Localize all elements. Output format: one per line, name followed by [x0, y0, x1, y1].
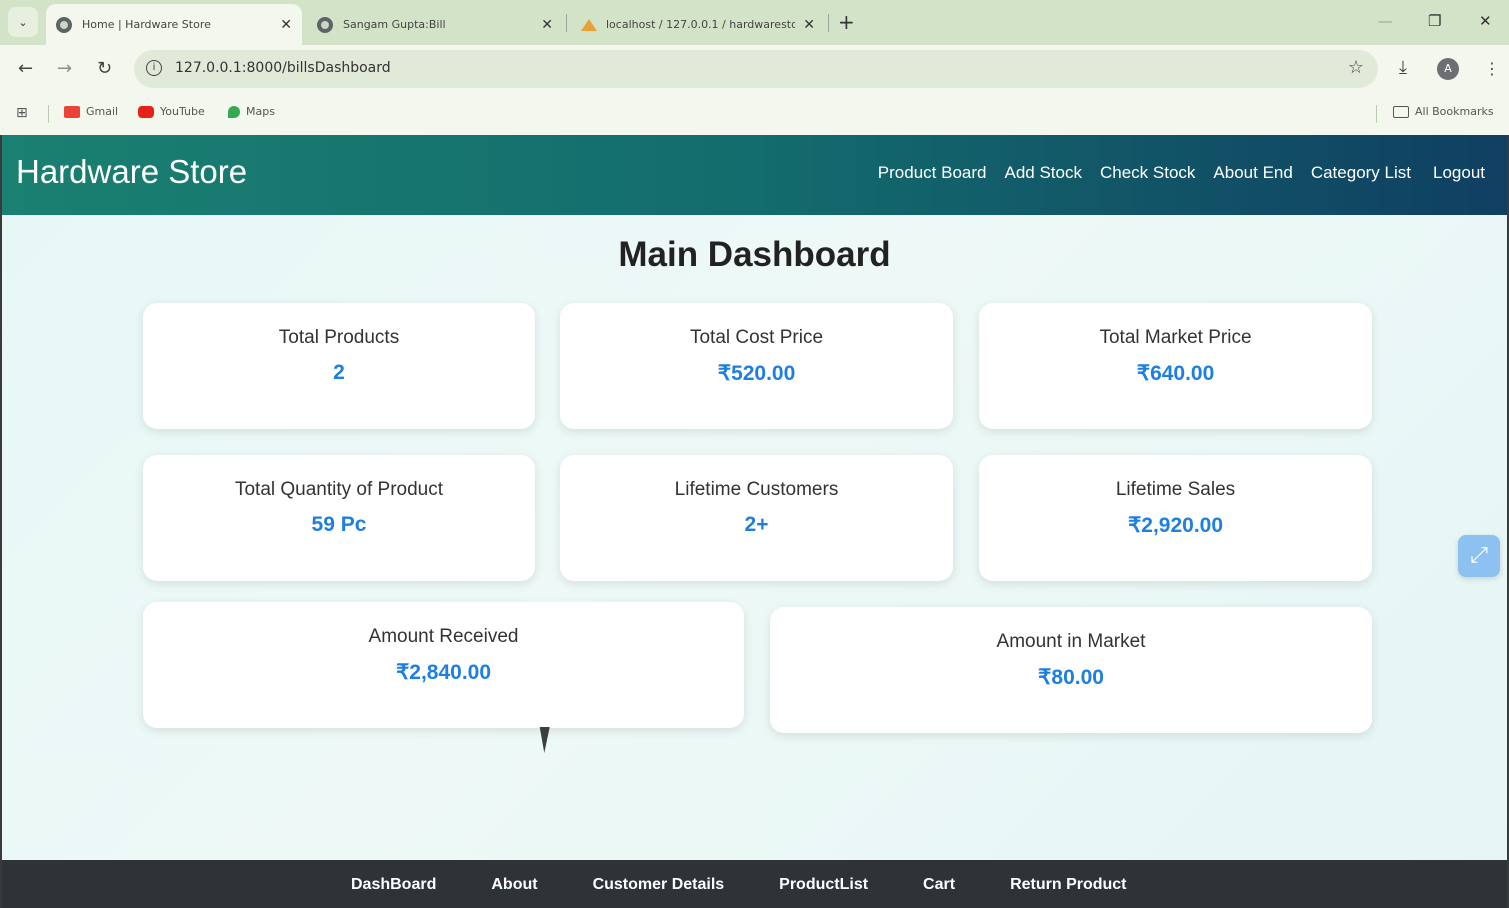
- tab-title: localhost / 127.0.0.1 / hardwaresto: [606, 18, 796, 31]
- footer-links: DashBoard About Customer Details Product…: [351, 876, 1127, 894]
- card-label: Total Quantity of Product: [234, 479, 444, 500]
- card-total-market-price: Total Market Price ₹640.00: [979, 303, 1372, 429]
- close-window-icon[interactable]: ✕: [1479, 12, 1492, 30]
- folder-icon: [1393, 105, 1409, 118]
- phpmyadmin-icon: [580, 17, 597, 33]
- forward-icon[interactable]: →: [57, 58, 72, 80]
- tab-separator: [566, 14, 567, 32]
- card-label: Amount in Market: [996, 631, 1146, 652]
- card-value: 2+: [744, 513, 769, 536]
- tab-title: Home | Hardware Store: [82, 18, 211, 31]
- browser-tab-bill[interactable]: Sangam Gupta:Bill ✕: [307, 4, 563, 45]
- web-page: Hardware Store Product Board Add Stock C…: [2, 135, 1507, 908]
- card-value: ₹2,920.00: [1127, 514, 1224, 537]
- browser-tab-phpmyadmin[interactable]: localhost / 127.0.0.1 / hardwaresto ✕: [570, 4, 825, 45]
- card-amount-in-market: Amount in Market ₹80.00: [770, 607, 1372, 733]
- site-footer: DashBoard About Customer Details Product…: [2, 860, 1507, 908]
- card-label: Amount Received: [368, 626, 519, 647]
- card-label: Total Market Price: [1099, 327, 1252, 348]
- chevron-down-icon: ⌄: [18, 15, 28, 29]
- card-amount-received: Amount Received ₹2,840.00: [143, 602, 744, 728]
- address-bar[interactable]: i 127.0.0.1:8000/billsDashboard ☆: [134, 50, 1378, 88]
- browser-tab-bar: ⌄ Home | Hardware Store ✕ Sangam Gupta:B…: [0, 0, 1509, 45]
- card-value: ₹2,840.00: [395, 661, 492, 684]
- link-icon: ⤢: [1470, 543, 1488, 568]
- new-tab-button[interactable]: +: [838, 10, 855, 34]
- card-value: ₹80.00: [1038, 666, 1104, 689]
- footer-customer-details[interactable]: Customer Details: [593, 876, 725, 894]
- apps-grid-icon[interactable]: ⊞: [16, 105, 28, 121]
- gmail-icon: [64, 105, 80, 118]
- minimize-icon[interactable]: —: [1378, 12, 1393, 30]
- footer-return-product[interactable]: Return Product: [1010, 876, 1126, 894]
- card-label: Total Products: [278, 327, 400, 348]
- tab-title: Sangam Gupta:Bill: [343, 18, 446, 31]
- card-value: 2: [333, 361, 345, 384]
- brand-logo-text[interactable]: Hardware Store: [16, 153, 247, 191]
- page-title: Main Dashboard: [618, 235, 891, 274]
- bookmark-star-icon[interactable]: ☆: [1348, 57, 1364, 78]
- tab-search-button[interactable]: ⌄: [8, 7, 38, 37]
- card-value: ₹520.00: [717, 362, 796, 385]
- bookmark-youtube[interactable]: YouTube: [138, 105, 205, 118]
- card-total-products: Total Products 2: [143, 303, 535, 429]
- mouse-cursor-icon: [539, 727, 555, 753]
- globe-icon: [317, 16, 333, 33]
- card-total-cost-price: Total Cost Price ₹520.00: [560, 303, 953, 429]
- browser-tab-home[interactable]: Home | Hardware Store ✕: [46, 4, 302, 45]
- reload-icon[interactable]: ↻: [97, 58, 112, 80]
- card-label: Lifetime Customers: [674, 479, 839, 500]
- all-bookmarks-folder[interactable]: All Bookmarks: [1393, 105, 1494, 118]
- nav-check-stock[interactable]: Check Stock: [1100, 163, 1195, 183]
- bookmark-separator: [1376, 105, 1377, 123]
- footer-cart[interactable]: Cart: [923, 876, 955, 894]
- bookmark-separator: [48, 105, 49, 123]
- nav-about-end[interactable]: About End: [1213, 163, 1292, 183]
- back-icon[interactable]: ←: [18, 58, 33, 80]
- bookmark-gmail[interactable]: Gmail: [64, 105, 118, 118]
- youtube-icon: [138, 105, 154, 118]
- footer-dashboard[interactable]: DashBoard: [351, 876, 436, 894]
- card-total-quantity: Total Quantity of Product 59 Pc: [143, 455, 535, 581]
- card-value: 59 Pc: [311, 513, 367, 536]
- window-border-left: [0, 135, 2, 908]
- card-lifetime-sales: Lifetime Sales ₹2,920.00: [979, 455, 1372, 581]
- tab-separator: [828, 14, 829, 32]
- download-icon[interactable]: ⤓: [1399, 57, 1407, 78]
- close-tab-icon[interactable]: ✕: [280, 17, 292, 33]
- site-info-icon[interactable]: i: [146, 60, 162, 76]
- nav-product-board[interactable]: Product Board: [878, 163, 987, 183]
- card-label: Total Cost Price: [689, 327, 824, 348]
- card-value: ₹640.00: [1136, 362, 1215, 385]
- floating-extension-button[interactable]: ⤢: [1458, 535, 1500, 577]
- restore-icon[interactable]: ❐: [1428, 12, 1441, 30]
- footer-productlist[interactable]: ProductList: [779, 876, 868, 894]
- site-navbar: Hardware Store Product Board Add Stock C…: [2, 135, 1507, 215]
- url-text[interactable]: 127.0.0.1:8000/billsDashboard: [175, 60, 391, 76]
- menu-kebab-icon[interactable]: ⋮: [1484, 59, 1500, 78]
- nav-logout[interactable]: Logout: [1433, 163, 1485, 183]
- close-tab-icon[interactable]: ✕: [541, 17, 553, 33]
- card-label: Lifetime Sales: [1115, 479, 1236, 500]
- bookmarks-bar: ⊞ Gmail YouTube Maps All Bookmarks: [0, 93, 1509, 135]
- close-tab-icon[interactable]: ✕: [803, 17, 815, 33]
- maps-pin-icon: [228, 105, 240, 118]
- globe-icon: [56, 16, 72, 33]
- nav-category-list[interactable]: Category List: [1311, 163, 1411, 183]
- footer-about[interactable]: About: [491, 876, 537, 894]
- profile-avatar[interactable]: A: [1437, 58, 1459, 80]
- card-lifetime-customers: Lifetime Customers 2+: [560, 455, 953, 581]
- bookmark-maps[interactable]: Maps: [228, 105, 275, 118]
- nav-add-stock[interactable]: Add Stock: [1004, 163, 1082, 183]
- nav-links: Product Board Add Stock Check Stock Abou…: [878, 163, 1485, 183]
- browser-toolbar: ← → ↻ i 127.0.0.1:8000/billsDashboard ☆ …: [0, 45, 1509, 93]
